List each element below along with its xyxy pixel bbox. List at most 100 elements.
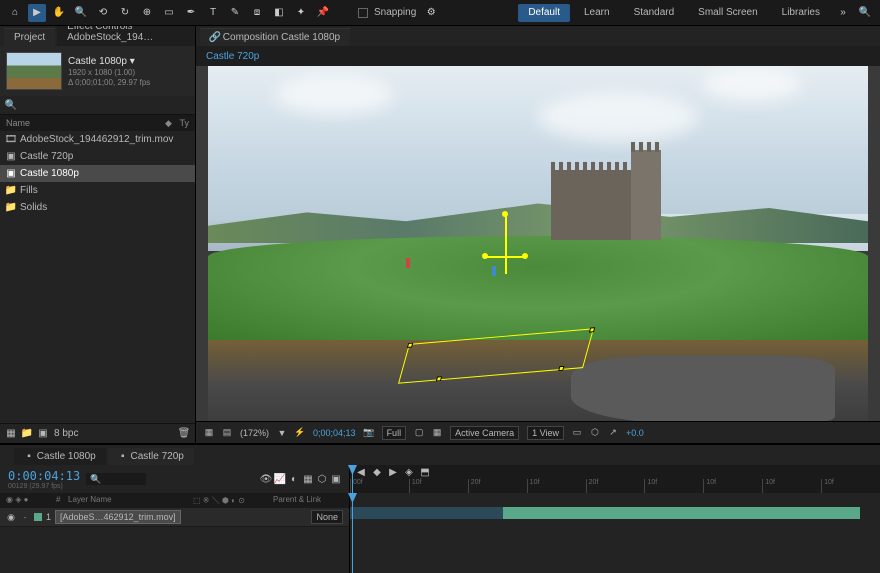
rect-tool-icon[interactable]: ▭ <box>160 4 178 22</box>
search-icon: 🔍 <box>6 100 16 110</box>
visibility-icon[interactable]: ◉ <box>6 512 16 522</box>
home-icon[interactable]: ⌂ <box>6 4 24 22</box>
project-tab[interactable]: Project <box>4 28 55 46</box>
top-toolbar: ⌂ ▶ ✋ 🔍 ⟲ ↻ ⊕ ▭ ✒ T ✎ ⧈ ◧ ✦ 📌 Snapping ⚙… <box>0 0 880 26</box>
name-column[interactable]: Name <box>6 118 30 128</box>
share-icon[interactable]: ↗ <box>608 428 618 438</box>
selection-tool-icon[interactable]: ▶ <box>28 4 46 22</box>
exposure-value[interactable]: +0.0 <box>626 428 644 438</box>
puppet-tool-icon[interactable]: 📌 <box>314 4 332 22</box>
playhead[interactable] <box>352 465 353 493</box>
composition-panel: 🔗 Composition Castle 1080p Castle 720p <box>196 26 880 443</box>
views-dropdown[interactable]: 1 View <box>527 426 564 440</box>
pixel-aspect-icon[interactable]: ▭ <box>572 428 582 438</box>
timeline-ruler-area[interactable]: ◀ ◆ ▶ ◈ ⬒ 00f 10f 20f 10f 20f 10f 10f 10… <box>350 465 880 493</box>
anchor-tool-icon[interactable]: ⊕ <box>138 4 156 22</box>
castle <box>551 140 671 240</box>
shy-icon[interactable]: 👁 <box>261 474 271 484</box>
orbit-tool-icon[interactable]: ⟲ <box>94 4 112 22</box>
3d-layer-icon[interactable]: ⬡ <box>317 474 327 484</box>
resolution-dropdown[interactable]: Full <box>382 426 407 440</box>
bpc-label[interactable]: 8 bpc <box>54 428 78 439</box>
effect-controls-tab[interactable]: Effect Controls AdobeStock_194… <box>57 26 195 46</box>
workspace-switcher: Default Learn Standard Small Screen Libr… <box>518 4 874 22</box>
comp-new-icon[interactable]: ▣ <box>38 428 48 438</box>
search-icon[interactable]: 🔍 <box>856 4 874 22</box>
list-item[interactable]: 📁Fills <box>0 182 195 199</box>
comp-breadcrumb: Castle 720p <box>196 46 880 66</box>
add-keyframe-icon[interactable]: ◆ <box>372 467 382 477</box>
layer-name[interactable]: [AdobeS…462912_trim.mov] <box>55 510 181 524</box>
tab-link-icon: 🔗 <box>210 33 220 43</box>
timecode[interactable]: 0:00:04:13 <box>8 469 80 483</box>
zoom-tool-icon[interactable]: 🔍 <box>72 4 90 22</box>
tab-link-icon: ▪ <box>118 452 128 462</box>
snapshot-icon[interactable]: 📷 <box>364 428 374 438</box>
parent-dropdown[interactable]: None <box>311 510 343 524</box>
zoom-value[interactable]: (172%) <box>240 428 269 438</box>
pen-tool-icon[interactable]: ✒ <box>182 4 200 22</box>
interpret-icon[interactable]: ▦ <box>6 428 16 438</box>
asset-header: Castle 1080p ▾ 1920 x 1080 (1.00) Δ 0;00… <box>0 46 195 96</box>
frame-blend-icon[interactable]: ▦ <box>303 474 313 484</box>
list-item[interactable]: ▣Castle 1080p <box>0 165 195 182</box>
label-column-icon[interactable]: ◆ <box>163 118 173 128</box>
track-area[interactable] <box>350 493 880 573</box>
draft3d-icon[interactable]: ▣ <box>331 474 341 484</box>
stamp-tool-icon[interactable]: ⧈ <box>248 4 266 22</box>
type-column[interactable]: Ty <box>179 118 189 128</box>
brush-tool-icon[interactable]: ✎ <box>226 4 244 22</box>
transparency-icon[interactable]: ▦ <box>432 428 442 438</box>
motion-blur-icon[interactable]: ◐ <box>289 474 299 484</box>
layer-row[interactable]: ◉ · 1 [AdobeS…462912_trim.mov] None <box>0 508 349 527</box>
rotate-tool-icon[interactable]: ↻ <box>116 4 134 22</box>
grid-icon[interactable]: ▤ <box>222 428 232 438</box>
comp-marker-icon[interactable]: ⬒ <box>420 467 430 477</box>
keyframe-nav-icon[interactable]: ◀ <box>356 467 366 477</box>
project-list: 🎞AdobeStock_194462912_trim.mov ▣Castle 7… <box>0 131 195 216</box>
workspace-default[interactable]: Default <box>518 4 570 22</box>
breadcrumb-item[interactable]: Castle 720p <box>206 51 259 62</box>
transform-gizmo[interactable] <box>485 214 525 274</box>
text-tool-icon[interactable]: T <box>204 4 222 22</box>
workspace-standard[interactable]: Standard <box>624 4 685 22</box>
3d-icon[interactable]: ⬡ <box>590 428 600 438</box>
timeline-tab[interactable]: ▪ Castle 1080p <box>14 448 106 465</box>
fast-preview-icon[interactable]: ⚡ <box>295 428 305 438</box>
eraser-tool-icon[interactable]: ◧ <box>270 4 288 22</box>
trash-icon[interactable]: 🗑 <box>179 428 189 438</box>
workspace-learn[interactable]: Learn <box>574 4 620 22</box>
alpha-icon[interactable]: ▦ <box>204 428 214 438</box>
timeline-search[interactable] <box>86 473 146 485</box>
comp-tab[interactable]: 🔗 Composition Castle 1080p <box>200 28 350 46</box>
composition-viewer[interactable] <box>196 66 880 421</box>
list-item[interactable]: 🎞AdobeStock_194462912_trim.mov <box>0 131 195 148</box>
label-color[interactable] <box>34 513 42 521</box>
hand-tool-icon[interactable]: ✋ <box>50 4 68 22</box>
layer-track-bar[interactable] <box>350 507 860 519</box>
workspace-small[interactable]: Small Screen <box>688 4 767 22</box>
timeline-tab[interactable]: ▪ Castle 720p <box>108 448 194 465</box>
list-item[interactable]: 📁Solids <box>0 199 195 216</box>
timeline-panel: ▪ Castle 1080p ▪ Castle 720p 0:00:04:13 … <box>0 443 880 573</box>
camera-dropdown[interactable]: Active Camera <box>450 426 519 440</box>
keyframe-nav-icon[interactable]: ▶ <box>388 467 398 477</box>
roi-icon[interactable]: ▢ <box>414 428 424 438</box>
playhead-line[interactable] <box>352 493 353 573</box>
viewer-footer: ▦ ▤ (172%) ▼ ⚡ 0;00;04;13 📷 Full ▢ ▦ Act… <box>196 421 880 443</box>
snap-options-icon[interactable]: ⚙ <box>422 4 440 22</box>
viewer-time[interactable]: 0;00;04;13 <box>313 428 356 438</box>
project-search[interactable]: 🔍 <box>0 96 195 115</box>
snapping-checkbox[interactable] <box>358 8 368 18</box>
workspace-libraries[interactable]: Libraries <box>772 4 830 22</box>
marker-icon[interactable]: ◈ <box>404 467 414 477</box>
list-item[interactable]: ▣Castle 720p <box>0 148 195 165</box>
workspace-more-icon[interactable]: » <box>834 4 852 22</box>
folder-new-icon[interactable]: 📁 <box>22 428 32 438</box>
roto-tool-icon[interactable]: ✦ <box>292 4 310 22</box>
res-icon[interactable]: ▼ <box>277 428 287 438</box>
time-ruler[interactable]: 00f 10f 20f 10f 20f 10f 10f 10f 10f <box>350 479 880 493</box>
graph-icon[interactable]: 📈 <box>275 474 285 484</box>
lock-icon[interactable]: · <box>20 512 30 522</box>
asset-duration: Δ 0;00;01;00, 29.97 fps <box>68 78 150 87</box>
